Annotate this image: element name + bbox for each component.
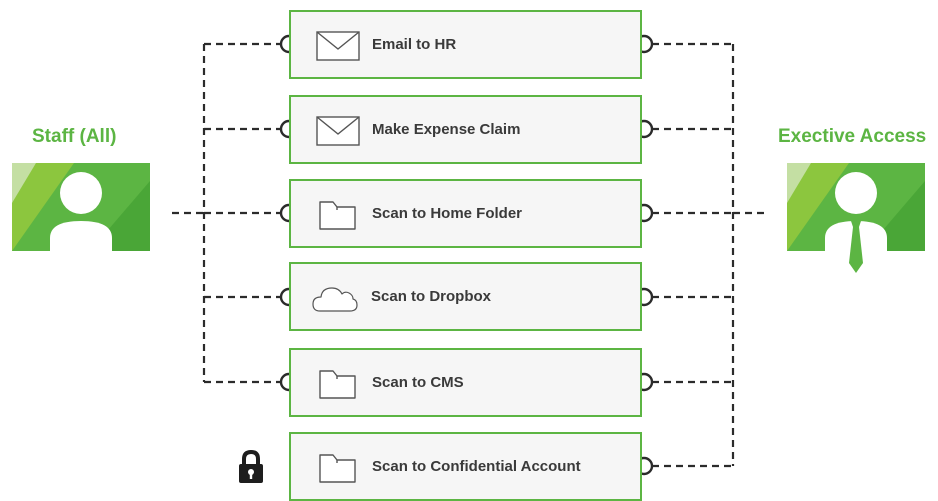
cloud-icon xyxy=(312,287,358,312)
action-scan-to-home-folder[interactable]: Scan to Home Folder xyxy=(289,179,642,248)
action-label: Scan to Home Folder xyxy=(372,205,523,222)
action-email-to-hr[interactable]: Email to HR xyxy=(289,10,642,79)
staff-role-title: Staff (All) xyxy=(32,126,117,147)
action-label: Make Expense Claim xyxy=(372,121,521,138)
action-label: Scan to Confidential Account xyxy=(372,458,581,475)
folder-icon xyxy=(319,201,356,230)
executive-role-title: Exective Access xyxy=(778,126,927,147)
action-make-expense-claim[interactable]: Make Expense Claim xyxy=(289,95,642,164)
action-label: Scan to Dropbox xyxy=(371,288,492,305)
executive-avatar-icon xyxy=(787,163,925,273)
action-scan-to-dropbox[interactable]: Scan to Dropbox xyxy=(289,262,642,331)
folder-icon xyxy=(319,454,356,483)
folder-icon xyxy=(319,370,356,399)
action-label: Email to HR xyxy=(372,36,457,53)
action-scan-to-confidential-account[interactable]: Scan to Confidential Account xyxy=(289,432,642,501)
lock-icon xyxy=(239,449,263,483)
envelope-icon xyxy=(316,116,360,146)
action-scan-to-cms[interactable]: Scan to CMS xyxy=(289,348,642,417)
action-label: Scan to CMS xyxy=(372,374,464,391)
user-avatar-icon xyxy=(12,163,150,251)
envelope-icon xyxy=(316,31,360,61)
